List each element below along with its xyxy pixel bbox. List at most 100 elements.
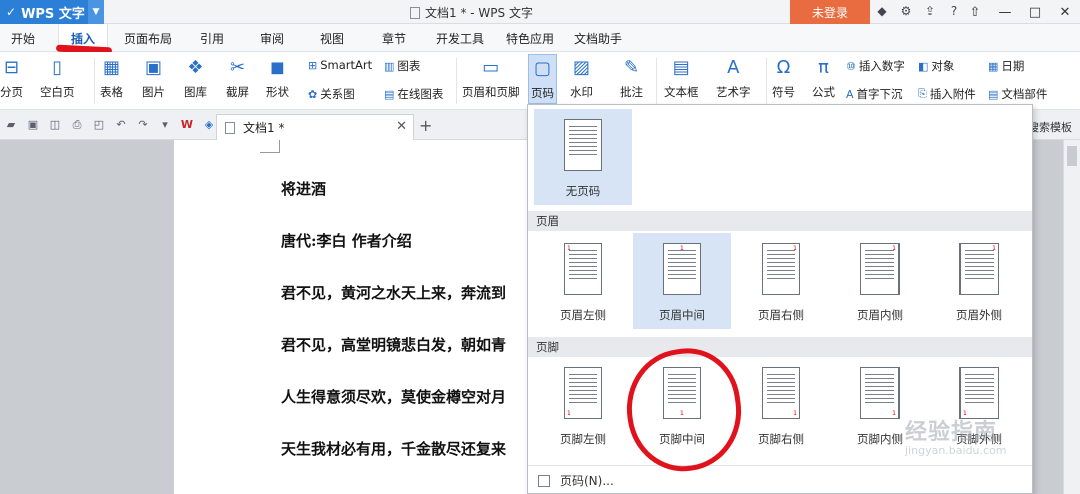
attachment-icon: ⎘ bbox=[918, 87, 927, 100]
doc-line[interactable]: 君不见，高堂明镜悲白发，朝如青 bbox=[281, 334, 506, 355]
print-icon[interactable]: ⎙ bbox=[70, 118, 84, 132]
screenshot-icon: ✂ bbox=[229, 56, 246, 78]
export-pdf-icon[interactable]: ◫ bbox=[48, 118, 62, 132]
tab-review[interactable]: 审阅 bbox=[250, 24, 294, 52]
login-button[interactable]: 未登录 bbox=[790, 0, 870, 24]
doc-line[interactable]: 人生得意须尽欢，莫使金樽空对月 bbox=[281, 386, 506, 407]
chevron-down-icon[interactable]: ▼ bbox=[88, 0, 104, 24]
drop-cap-button[interactable]: A 首字下沉 bbox=[846, 86, 903, 102]
tab-references[interactable]: 引用 bbox=[190, 24, 234, 52]
page-thumbnail-icon: 1 bbox=[860, 367, 900, 419]
doc-line[interactable]: 天生我材必有用，千金散尽还复来 bbox=[281, 438, 506, 459]
tab-section[interactable]: 章节 bbox=[372, 24, 416, 52]
header-right-option[interactable]: 1 页眉右侧 bbox=[732, 233, 830, 329]
page-thumbnail-icon: 1 bbox=[762, 367, 800, 419]
calendar-icon: ▦ bbox=[988, 59, 999, 73]
doc-parts-icon: ▤ bbox=[988, 87, 999, 101]
insert-number-button[interactable]: ⑩ 插入数字 bbox=[846, 58, 905, 74]
more-icon[interactable]: ▾ bbox=[158, 118, 172, 132]
wordart-button[interactable]: A 艺术字 bbox=[716, 56, 751, 100]
footer-section-label: 页脚 bbox=[528, 337, 1032, 357]
window-title: 文档1 * - WPS 文字 bbox=[410, 4, 533, 21]
picture-button[interactable]: ▣ 图片 bbox=[142, 56, 165, 100]
no-page-number-option[interactable]: 无页码 bbox=[534, 109, 632, 205]
doc-line[interactable]: 将进酒 bbox=[281, 178, 326, 199]
shape-button[interactable]: ◼ 形状 bbox=[266, 56, 289, 100]
header-center-option[interactable]: 1 页眉中间 bbox=[633, 233, 731, 329]
open-folder-icon[interactable]: ▰ bbox=[4, 118, 18, 132]
blank-page-button[interactable]: ▯ 空白页 bbox=[40, 56, 75, 100]
new-tab-button[interactable]: + bbox=[419, 116, 432, 135]
header-footer-button[interactable]: ▭ 页眉和页脚 bbox=[462, 56, 520, 100]
header-outside-option[interactable]: 1 页眉外侧 bbox=[930, 233, 1028, 329]
doc-parts-button[interactable]: ▤ 文档部件 bbox=[988, 86, 1047, 102]
symbol-button[interactable]: Ω 符号 bbox=[772, 56, 795, 100]
wps-logo-icon: ✓ bbox=[6, 5, 17, 19]
undo-icon[interactable]: ↶ bbox=[114, 118, 128, 132]
tab-developer[interactable]: 开发工具 bbox=[430, 24, 490, 52]
online-chart-icon: ▤ bbox=[384, 87, 395, 101]
tab-special[interactable]: 特色应用 bbox=[500, 24, 560, 52]
object-button[interactable]: ◧ 对象 bbox=[918, 58, 954, 74]
number-icon: ⑩ bbox=[846, 59, 856, 73]
tab-home[interactable]: 开始 bbox=[0, 24, 46, 52]
scroll-thumb[interactable] bbox=[1067, 146, 1077, 166]
formula-button[interactable]: π 公式 bbox=[812, 56, 835, 100]
table-button[interactable]: ▦ 表格 bbox=[100, 56, 123, 100]
vertical-scrollbar[interactable] bbox=[1063, 140, 1080, 494]
date-button[interactable]: ▦ 日期 bbox=[988, 58, 1024, 74]
page-thumbnail-icon: 1 bbox=[762, 243, 800, 295]
footer-right-option[interactable]: 1 页脚右侧 bbox=[732, 357, 830, 453]
print-preview-icon[interactable]: ◰ bbox=[92, 118, 106, 132]
page-number-settings-item[interactable]: 页码(N)... bbox=[528, 465, 1032, 493]
maximize-button[interactable]: □ bbox=[1020, 0, 1050, 24]
textbox-button[interactable]: ▤ 文本框 bbox=[664, 56, 699, 100]
comment-icon: ✎ bbox=[623, 56, 640, 78]
gallery-button[interactable]: ❖ 图库 bbox=[184, 56, 207, 100]
footer-left-option[interactable]: 1 页脚左侧 bbox=[534, 357, 632, 453]
app-name: WPS 文字 bbox=[21, 6, 85, 22]
relation-icon: ✿ bbox=[308, 87, 318, 101]
header-inside-option[interactable]: 1 页眉内侧 bbox=[831, 233, 929, 329]
watermark-button[interactable]: ▨ 水印 bbox=[570, 56, 593, 100]
wps-icon[interactable]: W bbox=[180, 118, 194, 132]
page-number-button[interactable]: ▢ 页码 bbox=[528, 54, 557, 104]
chart-button[interactable]: ▥ 图表 bbox=[384, 58, 420, 74]
textbox-icon: ▤ bbox=[672, 56, 690, 78]
page-corner-mark bbox=[260, 140, 280, 153]
cube-icon[interactable]: ◈ bbox=[202, 118, 216, 132]
page-break-button[interactable]: ⊟ 分页 bbox=[0, 56, 23, 100]
close-icon[interactable]: ✕ bbox=[396, 119, 407, 134]
header-left-option[interactable]: 1 页眉左侧 bbox=[534, 233, 632, 329]
search-template-link[interactable]: 搜索模板 bbox=[1028, 119, 1072, 135]
relation-chart-button[interactable]: ✿ 关系图 bbox=[308, 86, 355, 102]
save-icon[interactable]: ▣ bbox=[26, 118, 40, 132]
share-icon[interactable]: ⇪ bbox=[922, 4, 938, 18]
settings-icon[interactable]: ⚙ bbox=[898, 4, 914, 18]
page-thumbnail-icon: 1 bbox=[959, 243, 999, 295]
doc-line[interactable]: 唐代:李白 作者介绍 bbox=[281, 230, 412, 251]
document-tab[interactable]: 文档1 * ✕ bbox=[216, 114, 414, 140]
online-chart-button[interactable]: ▤ 在线图表 bbox=[384, 86, 443, 102]
header-footer-icon: ▭ bbox=[482, 56, 500, 78]
doc-line[interactable]: 君不见，黄河之水天上来，奔流到 bbox=[281, 282, 506, 303]
object-icon: ◧ bbox=[918, 59, 929, 73]
close-button[interactable]: ✕ bbox=[1050, 0, 1080, 24]
attachment-button[interactable]: ⎘ 插入附件 bbox=[918, 86, 976, 102]
picture-icon: ▣ bbox=[144, 56, 162, 78]
tab-view[interactable]: 视图 bbox=[310, 24, 354, 52]
restore-ribbon-icon[interactable]: ⇧ bbox=[960, 0, 990, 24]
page-thumbnail-icon: 1 bbox=[959, 367, 999, 419]
app-menu-button[interactable]: ✓ WPS 文字 ▼ bbox=[0, 0, 104, 24]
tab-doc-assistant[interactable]: 文档助手 bbox=[568, 24, 628, 52]
tab-page-layout[interactable]: 页面布局 bbox=[118, 24, 178, 52]
comment-button[interactable]: ✎ 批注 bbox=[620, 56, 643, 100]
skin-icon[interactable]: ◆ bbox=[874, 4, 890, 18]
screenshot-button[interactable]: ✂ 截屏 bbox=[226, 56, 249, 100]
smartart-button[interactable]: ⊞ SmartArt bbox=[308, 58, 372, 72]
redo-icon[interactable]: ↷ bbox=[136, 118, 150, 132]
gallery-icon: ❖ bbox=[187, 56, 204, 78]
chart-icon: ▥ bbox=[384, 59, 395, 73]
minimize-button[interactable]: — bbox=[990, 0, 1020, 24]
page-thumbnail-icon: 1 bbox=[564, 243, 602, 295]
